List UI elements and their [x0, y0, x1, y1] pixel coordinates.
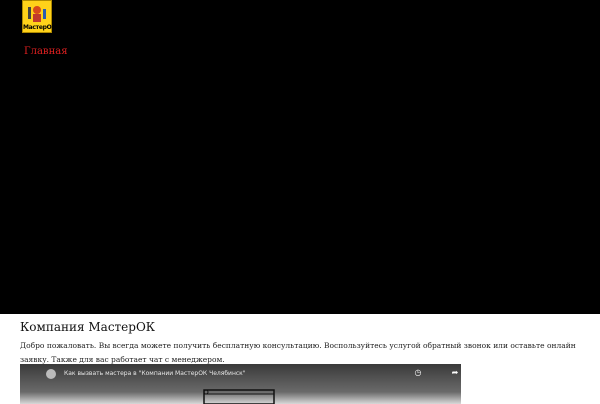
intro-text: Добро пожаловать. Вы всегда можете получ… [20, 341, 576, 364]
page-title: Компания МастерОК [20, 320, 156, 334]
channel-avatar-icon[interactable] [46, 369, 56, 379]
video-embed[interactable]: Как вызвать мастера в "Компании МастерОК… [20, 364, 461, 404]
video-title[interactable]: Как вызвать мастера в "Компании МастерОК… [64, 370, 246, 377]
main-content: Компания МастерОК Добро пожаловать. Вы в… [20, 320, 585, 367]
site-logo[interactable]: МастерОК [22, 0, 57, 33]
clock-icon[interactable]: ◷ [413, 368, 423, 378]
logo-mascot-icon [28, 6, 46, 22]
share-icon[interactable]: ➦ [450, 368, 460, 378]
video-thumbnail-sketch [203, 389, 275, 404]
nav-home-link[interactable]: Главная [24, 46, 68, 57]
hero-banner: МастерОК Главная [0, 0, 600, 314]
logo-text: МастерОК [23, 24, 57, 31]
